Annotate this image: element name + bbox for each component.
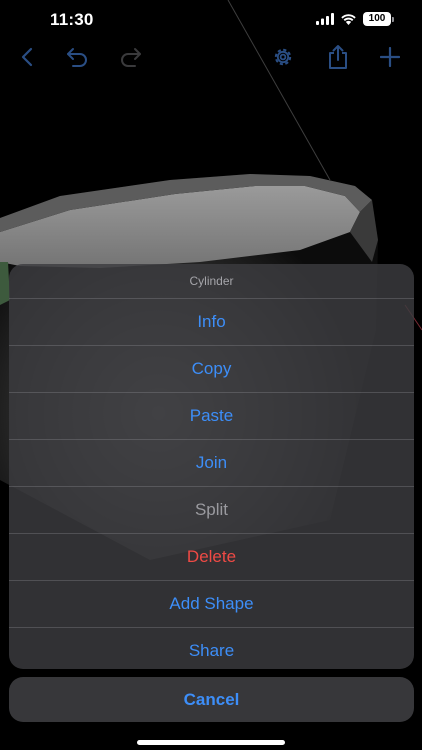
back-chevron-icon	[21, 47, 33, 67]
signal-icon	[316, 13, 334, 25]
redo-button[interactable]	[114, 40, 148, 74]
wifi-icon	[341, 14, 356, 25]
plus-icon	[380, 47, 400, 67]
settings-button[interactable]	[266, 40, 300, 74]
undo-icon	[67, 48, 87, 67]
cancel-button[interactable]: Cancel	[9, 677, 414, 722]
split-button[interactable]: Split	[9, 487, 414, 534]
paste-button[interactable]: Paste	[9, 393, 414, 440]
status-icons: 100	[316, 12, 394, 26]
status-bar: 11:30 100	[0, 0, 422, 40]
share-icon	[329, 45, 347, 69]
battery-cap	[392, 16, 394, 22]
join-button[interactable]: Join	[9, 440, 414, 487]
status-time: 11:30	[50, 10, 94, 29]
delete-button[interactable]: Delete	[9, 534, 414, 581]
redo-icon	[121, 48, 141, 67]
gear-icon	[274, 48, 292, 66]
info-button[interactable]: Info	[9, 299, 414, 346]
share-shape-button[interactable]: Share	[9, 628, 414, 669]
undo-button[interactable]	[60, 40, 94, 74]
add-button[interactable]	[373, 40, 407, 74]
action-sheet-title: Cylinder	[9, 264, 414, 299]
toolbar	[0, 40, 422, 74]
battery-icon: 100	[363, 12, 394, 26]
action-sheet: Cylinder Info Copy Paste Join Split Dele…	[9, 264, 414, 669]
battery-level: 100	[363, 12, 391, 26]
home-indicator[interactable]	[137, 740, 285, 745]
copy-button[interactable]: Copy	[9, 346, 414, 393]
back-button[interactable]	[10, 40, 44, 74]
share-button[interactable]	[321, 40, 355, 74]
add-shape-button[interactable]: Add Shape	[9, 581, 414, 628]
